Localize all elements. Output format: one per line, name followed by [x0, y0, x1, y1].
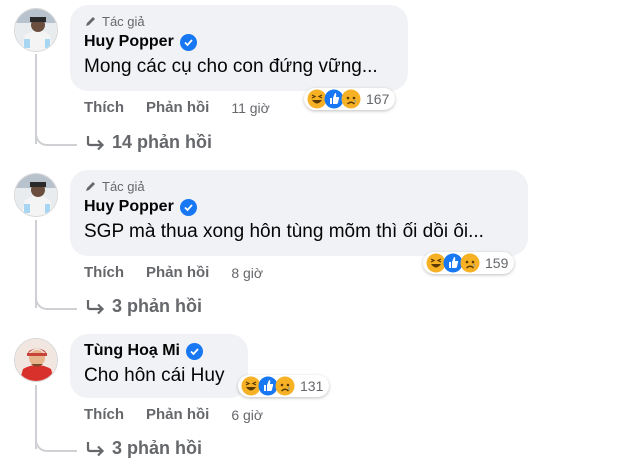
author-name[interactable]: Huy Popper [84, 33, 174, 51]
comment-timestamp[interactable]: 6 giờ [231, 407, 263, 423]
comment-bubble: Tùng Hoạ Mi Cho hôn cái Huy [70, 334, 248, 398]
comment-bubble: Tác giả Huy Popper SGP mà thua xong hôn … [70, 170, 528, 256]
verified-badge-icon [179, 33, 197, 51]
reaction-count: 159 [485, 255, 509, 271]
reply-arrow-icon [86, 135, 105, 150]
reply-arrow-icon [86, 299, 105, 314]
pen-icon [86, 182, 95, 191]
reply-button[interactable]: Phản hồi [146, 99, 209, 116]
like-button[interactable]: Thích [84, 99, 124, 116]
comment-bubble: Tác giả Huy Popper Mong các cụ cho con đ… [70, 5, 408, 91]
avatar[interactable] [14, 173, 58, 217]
author-badge-label: Tác giả [102, 179, 145, 194]
thread-elbow [35, 126, 77, 146]
replies-count-label: 3 phản hồi [112, 296, 202, 316]
author-badge: Tác giả [84, 13, 394, 30]
avatar[interactable] [14, 338, 58, 382]
replies-count-label: 14 phản hồi [112, 132, 213, 152]
author-badge-label: Tác giả [102, 14, 145, 29]
comment-actions: Thích Phản hồi 6 giờ [84, 406, 263, 423]
comment-text: Mong các cụ cho con đứng vững... [84, 56, 378, 77]
comment-text: SGP mà thua xong hôn tùng mõm thì ối dồi… [84, 221, 484, 242]
author-badge: Tác giả [84, 178, 514, 195]
replies-count-label: 3 phản hồi [112, 438, 202, 458]
reaction-count: 167 [366, 91, 390, 107]
reaction-summary[interactable]: 159 [423, 252, 515, 274]
reply-button[interactable]: Phản hồi [146, 264, 209, 281]
avatar[interactable] [14, 8, 58, 52]
view-replies-button[interactable]: 3 phản hồi [86, 296, 202, 317]
view-replies-button[interactable]: 14 phản hồi [86, 132, 212, 153]
reply-arrow-icon [86, 441, 105, 456]
sad-icon [460, 253, 480, 273]
reaction-summary[interactable]: 131 [238, 375, 330, 397]
comment-actions: Thích Phản hồi 11 giờ [84, 99, 270, 116]
thread-elbow [35, 432, 77, 452]
view-replies-button[interactable]: 3 phản hồi [86, 438, 202, 459]
reaction-summary[interactable]: 167 [304, 88, 396, 110]
reaction-count: 131 [300, 378, 324, 394]
thread-elbow [35, 290, 77, 310]
author-name[interactable]: Tùng Hoạ Mi [84, 342, 180, 360]
like-button[interactable]: Thích [84, 264, 124, 281]
sad-icon [341, 89, 361, 109]
comment-timestamp[interactable]: 11 giờ [231, 100, 270, 116]
reply-button[interactable]: Phản hồi [146, 406, 209, 423]
comment-text: Cho hôn cái Huy [84, 365, 225, 386]
verified-badge-icon [185, 342, 203, 360]
author-name[interactable]: Huy Popper [84, 198, 174, 216]
comment-timestamp[interactable]: 8 giờ [231, 265, 263, 281]
verified-badge-icon [179, 198, 197, 216]
pen-icon [86, 17, 95, 26]
like-button[interactable]: Thích [84, 406, 124, 423]
sad-icon [275, 376, 295, 396]
comment-actions: Thích Phản hồi 8 giờ [84, 264, 263, 281]
